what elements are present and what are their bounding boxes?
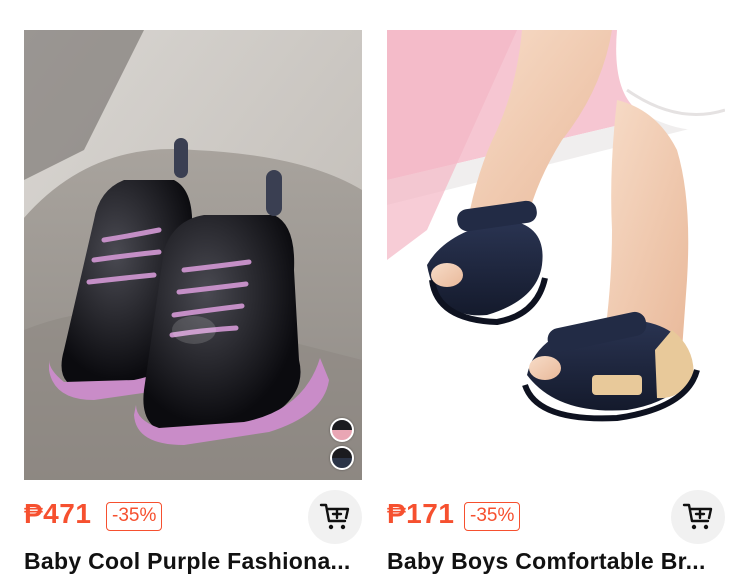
discount-badge: -35% <box>106 502 163 531</box>
boots-image <box>24 30 362 480</box>
price-row: ₱471 -35% <box>24 490 362 544</box>
swatch-pink[interactable] <box>330 418 354 442</box>
swatch-navy[interactable] <box>330 446 354 470</box>
product-image[interactable] <box>24 30 362 480</box>
add-to-cart-icon <box>319 503 350 530</box>
price-row: ₱171 -35% <box>387 490 725 544</box>
product-card[interactable]: ₱171 -35% Baby Boys Comfortable Br... <box>387 30 725 574</box>
product-image[interactable] <box>387 30 725 480</box>
price: ₱171 <box>387 498 455 529</box>
discount-badge: -35% <box>464 502 521 531</box>
product-title[interactable]: Baby Boys Comfortable Br... <box>387 548 725 575</box>
price: ₱471 <box>24 498 92 529</box>
product-card[interactable]: ₱471 -35% Baby Cool Purple Fashiona... <box>24 30 362 574</box>
sandals-image <box>387 30 725 480</box>
add-to-cart-button[interactable] <box>308 490 362 544</box>
add-to-cart-button[interactable] <box>671 490 725 544</box>
product-title[interactable]: Baby Cool Purple Fashiona... <box>24 548 362 575</box>
color-swatches <box>330 418 354 470</box>
add-to-cart-icon <box>682 503 713 530</box>
